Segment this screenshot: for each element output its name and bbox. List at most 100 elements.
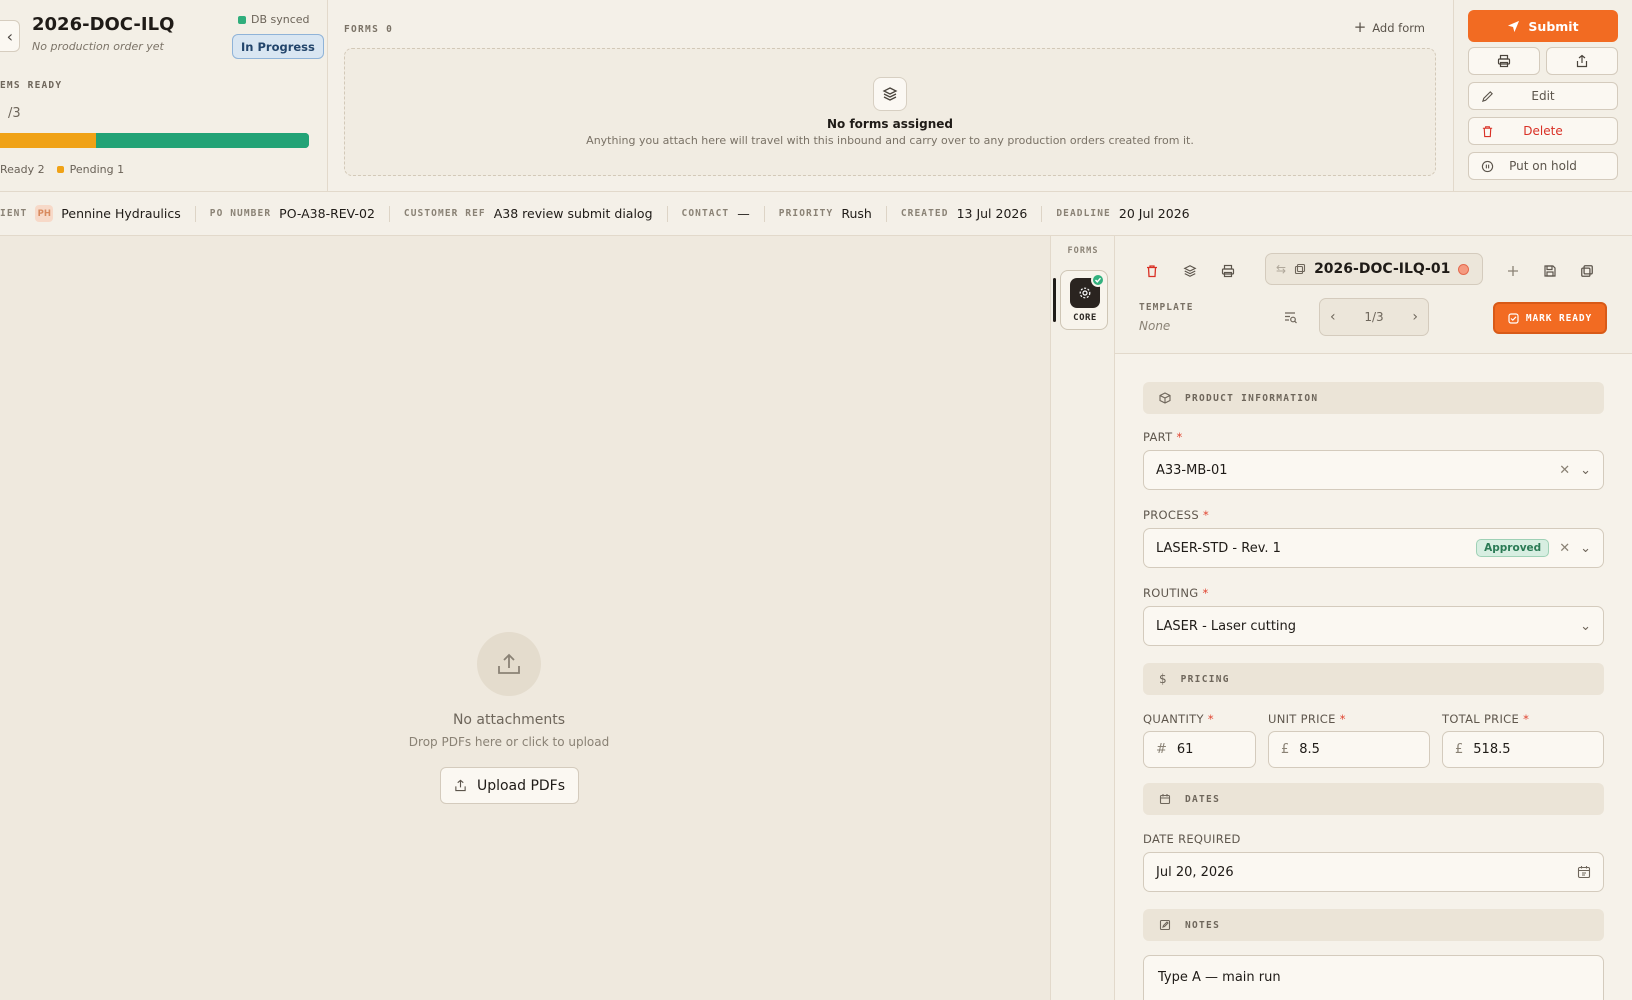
clear-icon[interactable]: ✕	[1559, 463, 1570, 478]
priority-value: Rush	[841, 206, 872, 221]
routing-value: LASER - Laser cutting	[1156, 618, 1297, 634]
empty-forms-dropzone[interactable]: No forms assigned Anything you attach he…	[344, 48, 1436, 176]
part-select[interactable]: A33-MB-01 ✕ ⌄	[1143, 450, 1604, 490]
date-required-field[interactable]: Jul 20, 2026	[1143, 852, 1604, 892]
forms-label: FORMS 0	[344, 24, 394, 35]
required-marker: *	[1339, 712, 1346, 726]
copy-icon[interactable]	[1294, 263, 1306, 275]
section-notes: NOTES	[1143, 909, 1604, 941]
hash-icon: #	[1156, 742, 1167, 757]
deadline-value: 20 Jul 2026	[1118, 206, 1190, 221]
calendar-icon[interactable]	[1577, 865, 1591, 879]
unit-price-field[interactable]: £ 8.5	[1268, 731, 1430, 768]
chevron-left-icon: ‹	[6, 26, 13, 46]
add-button[interactable]	[1500, 258, 1526, 284]
printer-icon	[1497, 54, 1511, 68]
legend-pending: Pending 1	[69, 163, 125, 176]
save-icon	[1544, 265, 1556, 277]
rail-item-label: CORE	[1073, 313, 1097, 323]
add-form-button[interactable]: + Add form	[1354, 20, 1425, 35]
created-key: CREATED	[900, 208, 949, 219]
layers-button[interactable]	[1177, 258, 1203, 284]
printer-icon	[1221, 264, 1235, 278]
submit-button[interactable]: Submit	[1468, 10, 1618, 42]
contact-value: —	[737, 206, 750, 221]
layers-icon	[1183, 265, 1197, 277]
required-marker: *	[1176, 430, 1183, 444]
edit-button[interactable]: Edit	[1468, 82, 1618, 110]
meta-created: CREATED 13 Jul 2026	[887, 205, 1043, 222]
prev-page-button[interactable]: ‹	[1330, 309, 1336, 325]
po-value: PO-A38-REV-02	[279, 206, 375, 221]
client-avatar: PH	[35, 205, 54, 222]
unit-price-label-wrap: UNIT PRICE *	[1268, 712, 1346, 726]
process-select[interactable]: LASER-STD - Rev. 1 Approved ✕ ⌄	[1143, 528, 1604, 568]
unit-price-value: 8.5	[1299, 742, 1320, 757]
calendar-icon	[1159, 794, 1171, 805]
put-on-hold-button[interactable]: Put on hold	[1468, 152, 1618, 180]
header-panel: ‹ 2026-DOC-ILQ No production order yet D…	[0, 0, 328, 192]
chevron-down-icon: ⌄	[1580, 618, 1591, 634]
process-label-wrap: PROCESS *	[1143, 508, 1209, 522]
swap-icon[interactable]: ⇆	[1276, 262, 1286, 276]
ref-value: A38 review submit dialog	[493, 206, 653, 221]
quantity-label-wrap: QUANTITY *	[1143, 712, 1214, 726]
save-button[interactable]	[1537, 258, 1563, 284]
pager-label: 1/3	[1364, 310, 1384, 324]
part-value: A33-MB-01	[1156, 462, 1228, 478]
empty-forms-desc: Anything you attach here will travel wit…	[586, 134, 1194, 147]
part-label-wrap: PART *	[1143, 430, 1183, 444]
meta-deadline: DEADLINE 20 Jul 2026	[1042, 206, 1203, 222]
mark-ready-label: MARK READY	[1525, 312, 1593, 324]
total-price-field[interactable]: £ 518.5	[1442, 731, 1604, 768]
required-marker: *	[1202, 586, 1209, 600]
share-button[interactable]	[1546, 47, 1618, 75]
items-ready-label: EMS READY	[0, 80, 63, 91]
template-label: TEMPLATE	[1139, 302, 1194, 313]
attachments-title: No attachments	[452, 712, 566, 728]
progress-pending-segment	[0, 133, 96, 148]
upload-pdfs-button[interactable]: Upload PDFs	[440, 767, 579, 804]
section-title: NOTES	[1185, 919, 1221, 931]
attachments-dropzone[interactable]: No attachments Drop PDFs here or click t…	[0, 236, 1051, 1000]
trash-icon	[1482, 126, 1493, 138]
currency-symbol: £	[1455, 742, 1464, 757]
clear-icon[interactable]: ✕	[1559, 541, 1570, 556]
approved-badge: Approved	[1476, 539, 1550, 557]
box-icon	[1159, 392, 1171, 404]
delete-button[interactable]: Delete	[1468, 117, 1618, 145]
required-marker: *	[1207, 712, 1214, 726]
routing-select[interactable]: LASER - Laser cutting ⌄	[1143, 606, 1604, 646]
back-button[interactable]: ‹	[0, 20, 20, 52]
layers-icon	[873, 77, 907, 111]
progress-legend: Ready 2 Pending 1	[0, 163, 124, 176]
list-search-icon	[1284, 311, 1297, 323]
process-value: LASER-STD - Rev. 1	[1156, 540, 1281, 556]
duplicate-button[interactable]	[1574, 258, 1600, 284]
required-marker: *	[1523, 712, 1530, 726]
meta-priority: PRIORITY Rush	[765, 205, 887, 222]
po-key: PO NUMBER	[209, 208, 272, 219]
quantity-field[interactable]: # 61	[1143, 731, 1256, 768]
deadline-key: DEADLINE	[1056, 208, 1111, 219]
template-search-button[interactable]	[1277, 304, 1303, 330]
detail-toolbar: ⇆ 2026-DOC-ILQ-01 TEMPLATE None ‹ 1/3 › …	[1115, 236, 1632, 354]
client-name: Pennine Hydraulics	[61, 206, 181, 221]
items-count: /3	[8, 106, 21, 121]
trash-button[interactable]	[1139, 258, 1165, 284]
status-dot-icon	[1458, 263, 1470, 275]
meta-client: IENT PH Pennine Hydraulics	[0, 205, 196, 222]
mark-ready-button[interactable]: MARK READY	[1493, 302, 1607, 334]
total-price-value: 518.5	[1473, 742, 1511, 757]
chevron-down-icon: ⌄	[1580, 540, 1591, 556]
print-button[interactable]	[1468, 47, 1540, 75]
section-product-information: PRODUCT INFORMATION	[1143, 382, 1604, 414]
rail-item-core[interactable]: CORE	[1060, 270, 1108, 330]
meta-bar: IENT PH Pennine Hydraulics PO NUMBER PO-…	[0, 192, 1632, 236]
notes-textarea[interactable]: Type A — main run	[1143, 955, 1604, 1000]
pending-dot-icon	[56, 166, 64, 173]
page-subtitle: No production order yet	[32, 40, 164, 53]
ref-key: CUSTOMER REF	[403, 208, 486, 219]
print-form-button[interactable]	[1215, 258, 1241, 284]
next-page-button[interactable]: ›	[1412, 309, 1418, 325]
